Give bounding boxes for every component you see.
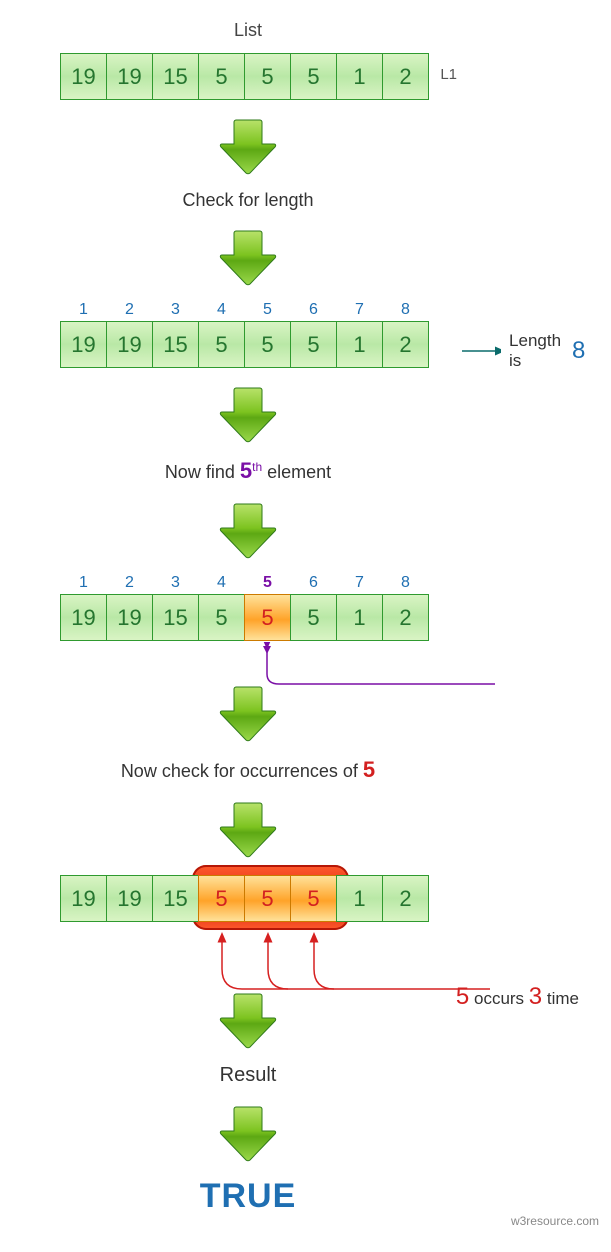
- cell: 5: [244, 321, 291, 368]
- cell: 5: [198, 321, 245, 368]
- cell: 15: [152, 594, 199, 641]
- cell: 19: [60, 875, 107, 922]
- cell: 15: [152, 53, 199, 100]
- cell-highlight: 5: [290, 875, 337, 922]
- arrow-down-icon: [218, 801, 278, 859]
- index: 2: [106, 301, 153, 319]
- arrow-down-icon: [218, 229, 278, 287]
- footer-attribution: w3resource.com: [511, 1214, 599, 1228]
- cell: 19: [60, 594, 107, 641]
- result-label: Result: [30, 1064, 466, 1087]
- cell: 1: [336, 875, 383, 922]
- cell: 15: [152, 875, 199, 922]
- index: 6: [290, 301, 337, 319]
- length-annotation: Length is 8: [460, 331, 585, 371]
- cell: 5: [198, 594, 245, 641]
- cell: 5: [290, 594, 337, 641]
- arrow-down-icon: [218, 685, 278, 743]
- index: 5: [244, 301, 291, 319]
- cell: 2: [382, 53, 429, 100]
- index: 3: [152, 574, 199, 592]
- cell: 2: [382, 321, 429, 368]
- list-title: List: [60, 20, 436, 41]
- cell: 2: [382, 875, 429, 922]
- length-value: 8: [572, 337, 585, 365]
- index: 7: [336, 574, 383, 592]
- list-fifth-highlight: 1 2 3 4 5 6 7 8 19 19 15 5 5 5 1 2 5th e…: [60, 574, 581, 641]
- index: 1: [60, 574, 107, 592]
- cell: 5: [198, 53, 245, 100]
- cell: 19: [106, 53, 153, 100]
- cell-highlight: 5: [244, 875, 291, 922]
- cell: 1: [336, 321, 383, 368]
- arrow-down-icon: [218, 502, 278, 560]
- index: 4: [198, 301, 245, 319]
- cell-highlight: 5: [198, 875, 245, 922]
- arrow-down-icon: [218, 1105, 278, 1163]
- cell-highlight: 5: [244, 594, 291, 641]
- index: 6: [290, 574, 337, 592]
- cell: 5: [290, 321, 337, 368]
- arrow-down-icon: [218, 386, 278, 444]
- list-l1: 19 19 15 5 5 5 1 2 L1: [60, 51, 429, 100]
- cell: 19: [106, 875, 153, 922]
- step-find-5th: Now find 5th element: [30, 458, 466, 484]
- arrow-down-icon: [218, 118, 278, 176]
- cell: 5: [244, 53, 291, 100]
- cell: 1: [336, 594, 383, 641]
- step-check-length: Check for length: [30, 190, 466, 211]
- cell: 1: [336, 53, 383, 100]
- step-check-occurrences: Now check for occurrences of 5: [30, 757, 466, 783]
- cell: 2: [382, 594, 429, 641]
- index: 3: [152, 301, 199, 319]
- occurrence-annotation: 5 occurs 3 time: [456, 983, 579, 1011]
- cell: 15: [152, 321, 199, 368]
- list-indexed: 1 2 3 4 5 6 7 8 19 19 15 5 5 5 1 2 Lengt…: [60, 301, 581, 368]
- index: 2: [106, 574, 153, 592]
- index: 4: [198, 574, 245, 592]
- result-value: TRUE: [30, 1177, 466, 1216]
- cell: 19: [60, 321, 107, 368]
- index: 7: [336, 301, 383, 319]
- pointer-arrow-icon: [245, 642, 505, 702]
- l1-label: L1: [440, 66, 457, 83]
- cell: 5: [290, 53, 337, 100]
- cell: 19: [106, 321, 153, 368]
- index: 1: [60, 301, 107, 319]
- cell: 19: [106, 594, 153, 641]
- list-occurrences: 19 19 15 5 5 5 1 2 5 occurs 3 time: [60, 873, 429, 922]
- index: 8: [382, 301, 429, 319]
- index: 8: [382, 574, 429, 592]
- cell: 19: [60, 53, 107, 100]
- index-highlight: 5: [244, 574, 291, 592]
